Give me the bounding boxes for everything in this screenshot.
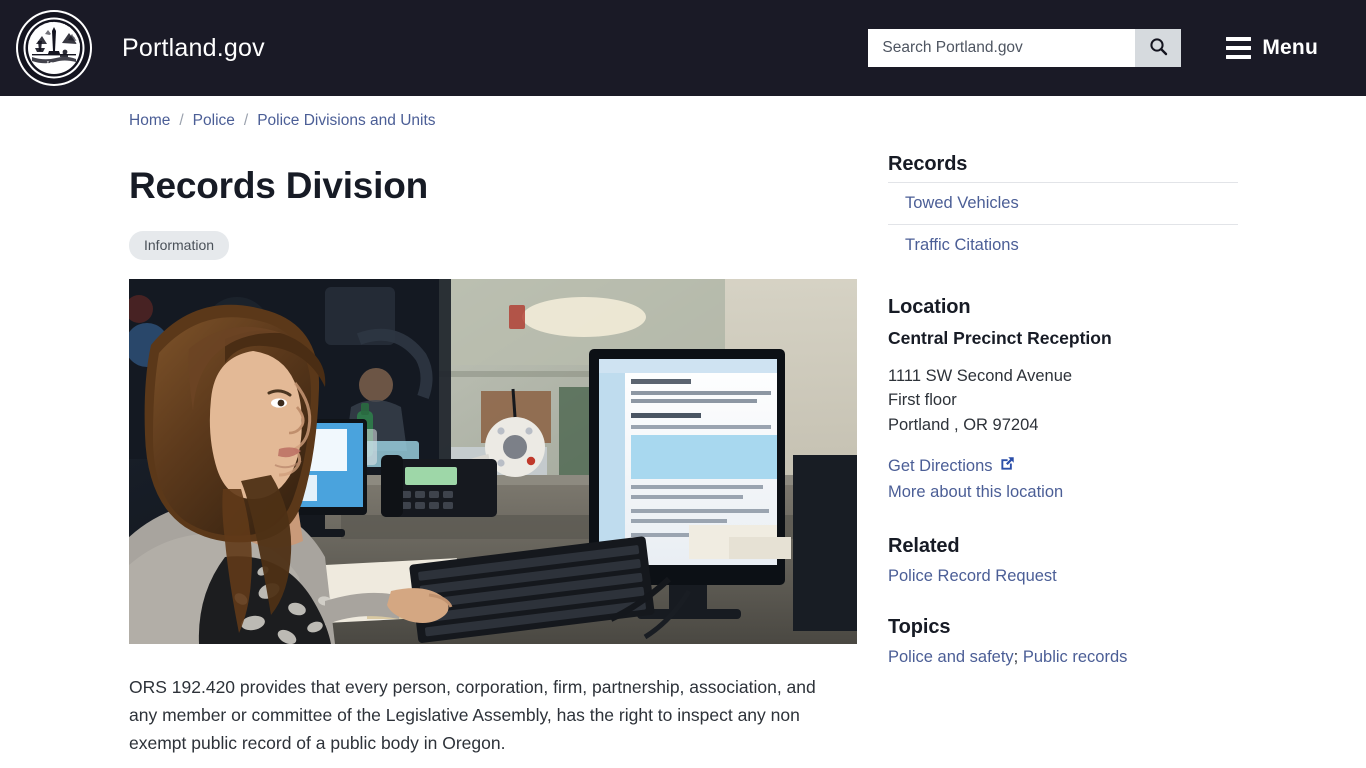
sidebar-heading-related: Related xyxy=(888,534,960,557)
column-gutter xyxy=(857,142,888,768)
topic-link-public-records[interactable]: Public records xyxy=(1023,648,1128,666)
menu-button-label: Menu xyxy=(1262,36,1318,59)
site-header: CITY OF PORTLAND OREGON 1851 Portland.go… xyxy=(0,0,1366,96)
get-directions-label: Get Directions xyxy=(888,456,993,475)
search-icon xyxy=(1149,37,1168,59)
related-link-police-record-request[interactable]: Police Record Request xyxy=(888,567,1057,585)
portland-city-seal-icon: CITY OF PORTLAND OREGON 1851 xyxy=(16,10,92,86)
sidebar: Records Towed Vehicles Traffic Citations… xyxy=(888,142,1238,768)
related-links: Police Record Request xyxy=(888,567,1238,586)
hero-image xyxy=(129,278,857,644)
header-right-group: Menu xyxy=(868,0,1366,96)
list-item: Towed Vehicles xyxy=(888,182,1238,224)
sidebar-section-records: Records Towed Vehicles Traffic Citations xyxy=(888,153,1238,266)
site-logo-link[interactable]: CITY OF PORTLAND OREGON 1851 Portland.go… xyxy=(16,10,265,86)
site-brand-name: Portland.gov xyxy=(122,33,265,62)
address-line-1: 1111 SW Second Avenue xyxy=(888,367,1073,385)
location-address: 1111 SW Second Avenue First floor Portla… xyxy=(888,364,1238,437)
topics-links: Police and safety; Public records xyxy=(888,648,1238,667)
sidebar-link-traffic-citations[interactable]: Traffic Citations xyxy=(888,225,1238,266)
get-directions-row: Get Directions xyxy=(888,455,1238,479)
breadcrumb-item-home[interactable]: Home xyxy=(129,112,170,130)
main-content: Records Division Information ORS 192.420… xyxy=(129,142,857,768)
location-name: Central Precinct Reception xyxy=(888,328,1112,348)
sidebar-heading-location: Location xyxy=(888,296,971,318)
external-link-icon xyxy=(1000,455,1015,479)
address-line-3: Portland , OR 97204 xyxy=(888,415,1039,434)
sidebar-section-topics: Topics Police and safety; Public records xyxy=(888,616,1238,667)
breadcrumb-item-police-divisions-and-units[interactable]: Police Divisions and Units xyxy=(257,112,435,130)
sidebar-heading-topics: Topics xyxy=(888,615,951,638)
records-link-list: Towed Vehicles Traffic Citations xyxy=(888,182,1238,266)
list-item: Traffic Citations xyxy=(888,224,1238,266)
tag-row: Information xyxy=(129,230,857,260)
search-input[interactable] xyxy=(868,29,1136,67)
breadcrumb: Home / Police / Police Divisions and Uni… xyxy=(0,96,1366,130)
breadcrumb-separator: / xyxy=(243,112,249,129)
get-directions-link[interactable]: Get Directions xyxy=(888,455,1015,479)
address-line-2: First floor xyxy=(888,391,957,410)
body-paragraph: ORS 192.420 provides that every person, … xyxy=(129,676,816,754)
more-about-location-row: More about this location xyxy=(888,481,1238,505)
topic-link-police-and-safety[interactable]: Police and safety xyxy=(888,648,1014,666)
site-search-form xyxy=(868,29,1182,67)
page-title: Records Division xyxy=(129,165,429,206)
breadcrumb-item-police[interactable]: Police xyxy=(193,112,235,130)
sidebar-section-related: Related Police Record Request xyxy=(888,535,1238,586)
sidebar-section-location: Location Central Precinct Reception 1111… xyxy=(888,296,1238,505)
status-badge-information: Information xyxy=(129,230,230,260)
page-layout: Records Division Information ORS 192.420… xyxy=(0,142,1366,768)
breadcrumb-separator: / xyxy=(179,112,184,129)
topics-separator: ; xyxy=(1013,647,1023,666)
sidebar-heading-records: Records xyxy=(888,153,968,175)
sidebar-link-towed-vehicles[interactable]: Towed Vehicles xyxy=(888,183,1238,224)
hamburger-icon xyxy=(1226,37,1252,59)
search-submit-button[interactable] xyxy=(1135,29,1182,67)
main-menu-button[interactable]: Menu xyxy=(1226,32,1318,64)
location-links: Get Directions More about this location xyxy=(888,455,1238,505)
more-about-this-location-link[interactable]: More about this location xyxy=(888,481,1063,505)
hero-image-illustration xyxy=(129,278,857,644)
